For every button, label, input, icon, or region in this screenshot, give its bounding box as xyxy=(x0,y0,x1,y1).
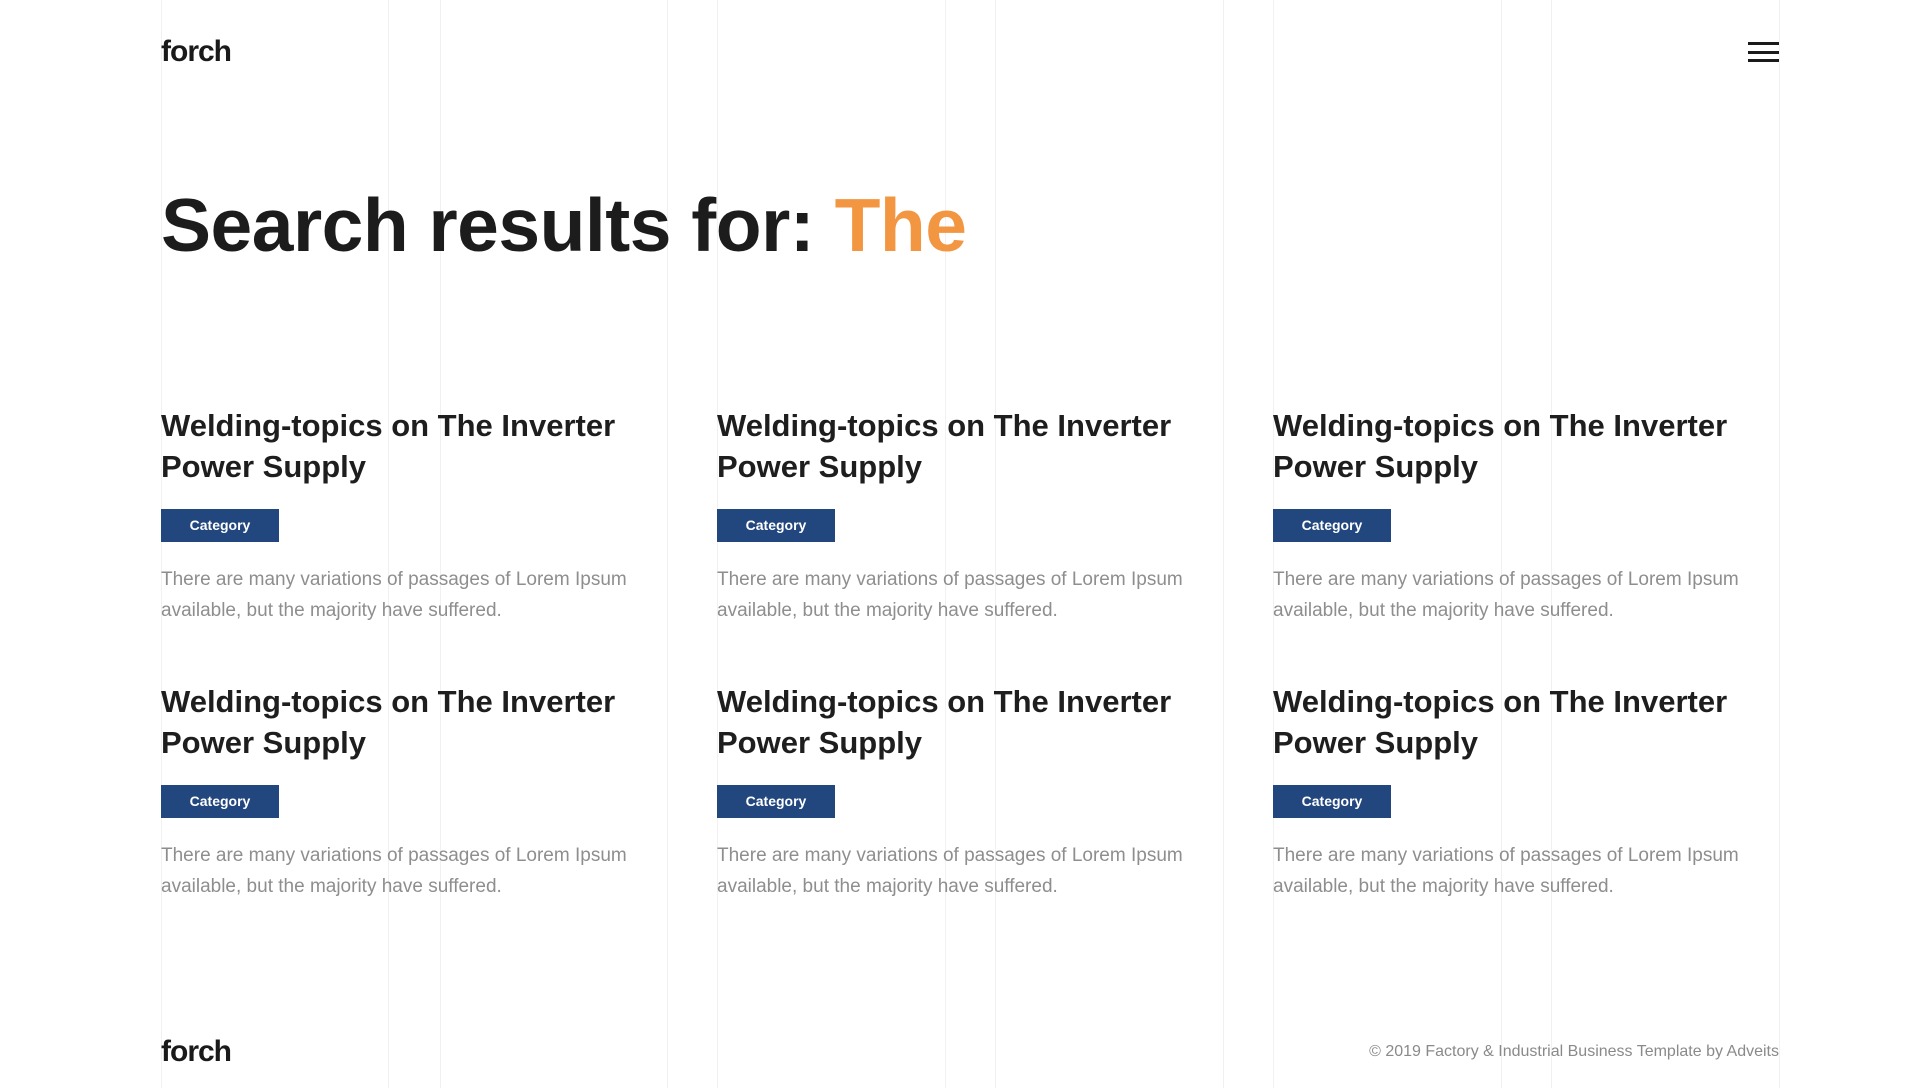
hamburger-menu-icon[interactable] xyxy=(1748,42,1779,62)
search-query: The xyxy=(834,183,967,267)
search-results-title: Search results for: The xyxy=(161,182,967,268)
result-title[interactable]: Welding-topics on The Inverter Power Sup… xyxy=(717,405,1217,487)
result-title[interactable]: Welding-topics on The Inverter Power Sup… xyxy=(161,405,661,487)
result-excerpt: There are many variations of passages of… xyxy=(1273,569,1739,621)
result-excerpt: There are many variations of passages of… xyxy=(161,569,627,621)
result-excerpt: There are many variations of passages of… xyxy=(717,569,1183,621)
menu-line xyxy=(1748,42,1779,45)
menu-line xyxy=(1748,50,1779,54)
category-badge[interactable]: Category xyxy=(1273,509,1391,542)
result-card: Welding-topics on The Inverter Power Sup… xyxy=(717,681,1273,902)
category-badge[interactable]: Category xyxy=(1273,785,1391,818)
category-badge[interactable]: Category xyxy=(717,509,835,542)
result-card: Welding-topics on The Inverter Power Sup… xyxy=(161,681,717,902)
result-card: Welding-topics on The Inverter Power Sup… xyxy=(161,405,717,626)
menu-line xyxy=(1748,59,1779,62)
category-badge[interactable]: Category xyxy=(161,509,279,542)
search-title-prefix: Search results for: xyxy=(161,183,815,267)
result-excerpt: There are many variations of passages of… xyxy=(1273,845,1739,897)
result-card: Welding-topics on The Inverter Power Sup… xyxy=(1273,681,1781,902)
site-header: forch xyxy=(161,32,1779,72)
result-card: Welding-topics on The Inverter Power Sup… xyxy=(1273,405,1781,626)
result-title[interactable]: Welding-topics on The Inverter Power Sup… xyxy=(161,681,661,763)
result-title[interactable]: Welding-topics on The Inverter Power Sup… xyxy=(717,681,1217,763)
result-title[interactable]: Welding-topics on The Inverter Power Sup… xyxy=(1273,681,1773,763)
result-excerpt: There are many variations of passages of… xyxy=(161,845,627,897)
category-badge[interactable]: Category xyxy=(717,785,835,818)
site-footer: forch © 2019 Factory & Industrial Busine… xyxy=(161,1032,1779,1072)
header-logo[interactable]: forch xyxy=(161,35,232,69)
result-title[interactable]: Welding-topics on The Inverter Power Sup… xyxy=(1273,405,1773,487)
category-badge[interactable]: Category xyxy=(161,785,279,818)
result-card: Welding-topics on The Inverter Power Sup… xyxy=(717,405,1273,626)
result-excerpt: There are many variations of passages of… xyxy=(717,845,1183,897)
footer-logo[interactable]: forch xyxy=(161,1035,232,1069)
copyright-text: © 2019 Factory & Industrial Business Tem… xyxy=(1369,1043,1779,1060)
page: forch Search results for: The Welding-to… xyxy=(0,0,1920,1088)
search-results-grid: Welding-topics on The Inverter Power Sup… xyxy=(161,405,1781,902)
